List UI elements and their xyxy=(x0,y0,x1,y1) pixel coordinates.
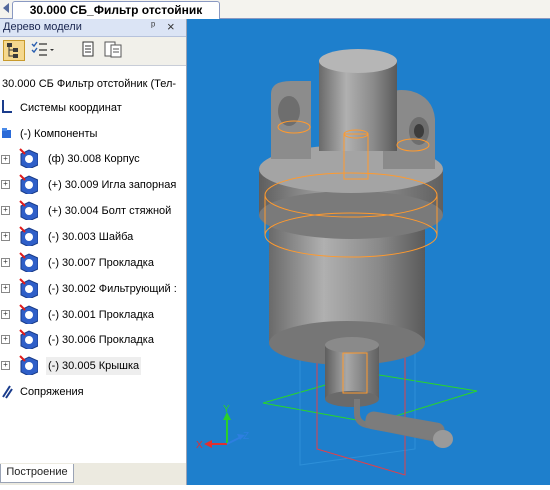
axis-y-label: Y xyxy=(223,404,230,415)
tree-item[interactable]: (+) 30.009 Игла запорная xyxy=(18,174,186,194)
part-icon xyxy=(19,329,38,349)
axis-triad: Y X Z xyxy=(196,404,249,451)
document-tab[interactable]: 30.000 СБ_Фильтр отстойник xyxy=(12,1,220,20)
pin-icon[interactable]: ᵖ xyxy=(151,20,155,32)
expand-toggle-icon[interactable]: + xyxy=(1,335,10,344)
axis-z-label: Z xyxy=(243,431,249,442)
part-icon xyxy=(19,226,38,246)
tab-scroll-left-icon[interactable] xyxy=(3,3,9,13)
tree-structure-icon xyxy=(7,43,18,58)
tree-item[interactable]: (-) 30.003 Шайба xyxy=(18,226,186,246)
display-mode-button[interactable] xyxy=(30,40,54,61)
tree-item[interactable]: (-) 30.005 Крышка xyxy=(18,355,186,375)
part-icon xyxy=(19,148,38,168)
tree-structure-button[interactable] xyxy=(3,40,25,61)
panel-header: Дерево модели ᵖ × xyxy=(0,19,186,37)
tree-root[interactable]: 30.000 СБ Фильтр отстойник (Тел- xyxy=(2,78,186,90)
tab-construction[interactable]: Построение xyxy=(0,464,74,483)
panel-toolbar xyxy=(0,37,186,66)
close-icon[interactable]: × xyxy=(167,19,175,34)
rebuild-icon xyxy=(104,41,122,58)
expand-toggle-icon[interactable]: + xyxy=(1,232,10,241)
list-check-icon xyxy=(31,41,54,56)
tree-item[interactable]: (-) 30.007 Прокладка xyxy=(18,252,186,272)
document-tab-strip: 30.000 СБ_Фильтр отстойник xyxy=(0,0,550,20)
tree-item[interactable]: (ф) 30.008 Корпус xyxy=(18,148,186,168)
expand-toggle-icon[interactable]: + xyxy=(1,361,10,370)
expand-toggle-icon[interactable]: + xyxy=(1,284,10,293)
components-folder-icon xyxy=(2,128,11,138)
model-tree: 30.000 СБ Фильтр отстойник (Тел- Системы… xyxy=(0,73,186,463)
expand-toggle-icon[interactable]: + xyxy=(1,180,10,189)
expand-toggle-icon[interactable]: + xyxy=(1,310,10,319)
expand-toggle-icon[interactable]: + xyxy=(1,258,10,267)
tree-item[interactable]: (-) 30.002 Фильтрующий : xyxy=(18,278,186,298)
tree-item[interactable]: (+) 30.004 Болт стяжной xyxy=(18,200,186,220)
panel-title: Дерево модели xyxy=(3,21,82,33)
expand-toggle-icon[interactable]: + xyxy=(1,155,10,164)
axis-x-label: X xyxy=(196,440,203,451)
rebuild-button[interactable] xyxy=(102,40,124,61)
properties-button[interactable] xyxy=(78,40,100,61)
tree-item[interactable]: (-) 30.001 Прокладка xyxy=(18,304,186,324)
model-render: Y X Z xyxy=(196,49,478,476)
part-icon xyxy=(19,200,38,220)
part-icon xyxy=(19,252,38,272)
part-icon xyxy=(19,355,38,375)
tree-item[interactable]: (-) 30.006 Прокладка xyxy=(18,329,186,349)
3d-viewport[interactable]: Y X Z xyxy=(187,19,550,485)
part-icon xyxy=(19,174,38,194)
coordinate-system-icon xyxy=(2,100,12,113)
document-icon xyxy=(82,41,94,57)
mates-icon xyxy=(2,385,13,399)
expand-toggle-icon[interactable]: + xyxy=(1,206,10,215)
part-icon xyxy=(19,304,38,324)
part-icon xyxy=(19,278,38,298)
model-tree-panel: Дерево модели ᵖ × 30.000 СБ Фильтр отсто… xyxy=(0,19,187,485)
